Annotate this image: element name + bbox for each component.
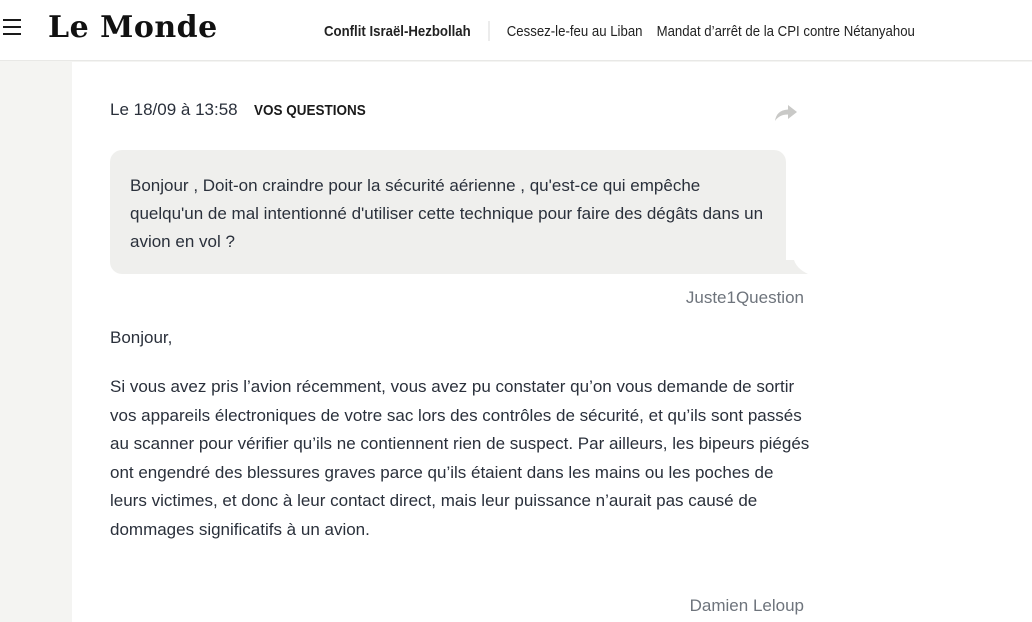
- nav-divider: [488, 21, 490, 41]
- post-meta: Le 18/09 à 13:58 VOS QUESTIONS: [110, 100, 378, 120]
- live-post: Le 18/09 à 13:58 VOS QUESTIONS Bonjour ,…: [72, 62, 1032, 622]
- post-timestamp: Le 18/09 à 13:58: [110, 100, 238, 119]
- answer-greeting: Bonjour,: [110, 328, 173, 347]
- nav-link-cessez-le-feu[interactable]: Cessez-le-feu au Liban: [507, 23, 643, 40]
- top-bar: Le Monde Conflit Israël-Hezbollah Cessez…: [0, 0, 1032, 61]
- share-arrow-icon[interactable]: [772, 100, 800, 124]
- top-nav: Conflit Israël-Hezbollah Cessez-le-feu a…: [324, 21, 947, 41]
- question-author: Juste1Question: [685, 288, 804, 307]
- question-bubble-tail: [772, 260, 808, 274]
- site-logo[interactable]: Le Monde: [48, 10, 218, 45]
- nav-link-mandat-cpi[interactable]: Mandat d’arrêt de la CPI contre Nétanyah…: [657, 23, 915, 40]
- nav-link-conflit[interactable]: Conflit Israël-Hezbollah: [324, 23, 471, 40]
- post-category-label: VOS QUESTIONS: [253, 102, 366, 119]
- hamburger-menu-icon[interactable]: [3, 19, 21, 35]
- answer-body: Si vous avez pris l’avion récemment, vou…: [110, 377, 810, 539]
- answer-author: Damien Leloup: [689, 596, 804, 615]
- reader-question-bubble: Bonjour , Doit-on craindre pour la sécur…: [110, 150, 786, 274]
